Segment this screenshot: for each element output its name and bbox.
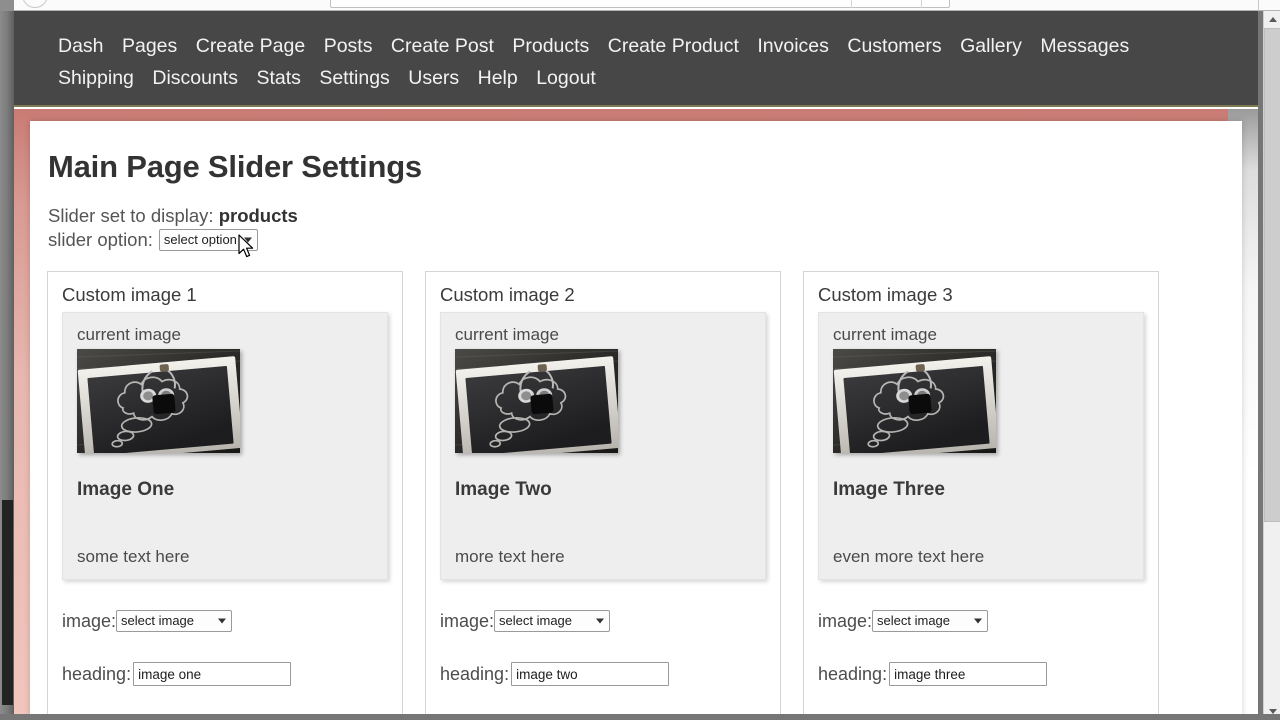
image-select-2[interactable]: select image	[494, 610, 611, 632]
nav-row-secondary: Shipping Discounts Stats Settings Users …	[14, 63, 1258, 95]
nav-link-users[interactable]: Users	[408, 63, 459, 94]
nav-link-settings[interactable]: Settings	[319, 63, 389, 94]
nav-link-dash[interactable]: Dash	[58, 31, 104, 62]
image-select-value-2: select image	[499, 613, 573, 628]
heading-input-1[interactable]	[133, 662, 292, 686]
nav-link-discounts[interactable]: Discounts	[152, 63, 238, 94]
chevron-down-icon	[218, 618, 227, 624]
image-select-label-3: image:	[818, 610, 873, 631]
heading-input-row-3: heading:	[818, 662, 1144, 686]
nav-link-invoices[interactable]: Invoices	[757, 31, 829, 62]
heading-input-3[interactable]	[889, 662, 1048, 686]
heading-input-label-1: heading:	[62, 663, 132, 684]
nav-link-pages[interactable]: Pages	[122, 31, 177, 62]
nav-link-gallery[interactable]: Gallery	[960, 31, 1022, 62]
preview-text-3: even more text here	[833, 547, 985, 566]
slider-option-select[interactable]: select option	[158, 229, 258, 251]
image-select-value-1: select image	[121, 613, 195, 628]
nav-link-create-post[interactable]: Create Post	[391, 31, 494, 62]
slider-display-value: products	[218, 205, 298, 226]
slider-option-select-value: select option	[163, 232, 237, 247]
slider-display-label: Slider set to display:	[48, 205, 214, 226]
image-select-value-3: select image	[877, 613, 951, 628]
heading-input-row-1: heading:	[62, 662, 388, 686]
nav-row-primary: Dash Pages Create Page Posts Create Post…	[14, 11, 1258, 63]
nav-link-help[interactable]: Help	[478, 63, 518, 94]
custom-image-card-1-title: Custom image 1	[62, 284, 197, 305]
current-image-label-3: current image	[833, 325, 937, 344]
scrollbar-thumb[interactable]	[1264, 28, 1280, 522]
heading-input-label-3: heading:	[818, 663, 888, 684]
window-left-rail-dark	[2, 500, 13, 705]
image-select-label-2: image:	[440, 610, 495, 631]
address-bar-divider	[851, 0, 852, 8]
heading-input-row-2: heading:	[440, 662, 766, 686]
page-title: Main Page Slider Settings	[48, 149, 422, 184]
current-image-thumbnail-3	[833, 349, 996, 453]
image-select-3[interactable]: select image	[872, 610, 989, 632]
heading-input-2[interactable]	[511, 662, 670, 686]
chevron-down-icon	[243, 237, 252, 243]
content-card: Main Page Slider Settings Slider set to …	[30, 121, 1242, 720]
chrome-right-edge	[1258, 0, 1259, 11]
page-viewport: Dash Pages Create Page Posts Create Post…	[14, 11, 1258, 720]
nav-link-customers[interactable]: Customers	[847, 31, 941, 62]
nav-link-create-product[interactable]: Create Product	[608, 31, 739, 62]
image-select-row-2: image: select image	[440, 610, 766, 632]
image-select-row-1: image: select image	[62, 610, 388, 632]
main-navigation-bar: Dash Pages Create Page Posts Create Post…	[14, 11, 1258, 107]
nav-link-posts[interactable]: Posts	[324, 31, 373, 62]
browser-nav-button[interactable]	[22, 0, 48, 8]
current-image-label-1: current image	[77, 325, 181, 344]
preview-text-2: more text here	[455, 547, 565, 566]
custom-image-card-1-preview: current image Image One some text here	[62, 312, 388, 580]
nav-link-shipping[interactable]: Shipping	[58, 63, 134, 94]
nav-link-products[interactable]: Products	[512, 31, 589, 62]
chevron-down-icon	[974, 618, 983, 624]
scroll-up-arrow-icon[interactable]	[1264, 11, 1280, 28]
preview-text-1: some text here	[77, 547, 190, 566]
custom-image-columns: Custom image 1 current image Image One s…	[47, 271, 1227, 720]
image-select-label-1: image:	[62, 610, 117, 631]
current-image-thumbnail-1	[77, 349, 240, 453]
browser-address-bar[interactable]	[330, 0, 950, 8]
preview-heading-1: Image One	[77, 479, 175, 500]
nav-link-messages[interactable]: Messages	[1040, 31, 1129, 62]
nav-link-stats[interactable]: Stats	[256, 63, 300, 94]
custom-image-card-2-preview: current image Image Two more text here	[440, 312, 766, 580]
content-inner: Main Page Slider Settings Slider set to …	[30, 121, 1242, 720]
nav-link-create-page[interactable]: Create Page	[196, 31, 306, 62]
current-image-label-2: current image	[455, 325, 559, 344]
slider-option-line: slider option: select option	[48, 229, 1242, 251]
window-bottom-strip	[0, 714, 1280, 720]
address-bar-divider-2	[921, 0, 922, 8]
chevron-down-icon	[596, 618, 605, 624]
chrome-left-pad	[0, 0, 14, 11]
custom-image-card-1: Custom image 1 current image Image One s…	[47, 271, 403, 720]
browser-chrome-strip	[0, 0, 1280, 11]
image-select-1[interactable]: select image	[116, 610, 233, 632]
current-image-thumbnail-2	[455, 349, 618, 453]
page-scrollbar-vertical[interactable]	[1263, 11, 1280, 720]
slider-display-line: Slider set to display: products	[48, 205, 1242, 227]
custom-image-card-3: Custom image 3 current image Image Three…	[803, 271, 1159, 720]
preview-heading-3: Image Three	[833, 479, 945, 500]
preview-heading-2: Image Two	[455, 479, 552, 500]
nav-link-logout[interactable]: Logout	[536, 63, 596, 94]
slider-option-label: slider option:	[48, 229, 153, 250]
heading-input-label-2: heading:	[440, 663, 510, 684]
custom-image-card-3-preview: current image Image Three even more text…	[818, 312, 1144, 580]
custom-image-card-3-title: Custom image 3	[818, 284, 953, 305]
screen-root: Dash Pages Create Page Posts Create Post…	[0, 0, 1280, 720]
custom-image-card-2-title: Custom image 2	[440, 284, 575, 305]
custom-image-card-2: Custom image 2 current image Image Two m…	[425, 271, 781, 720]
image-select-row-3: image: select image	[818, 610, 1144, 632]
